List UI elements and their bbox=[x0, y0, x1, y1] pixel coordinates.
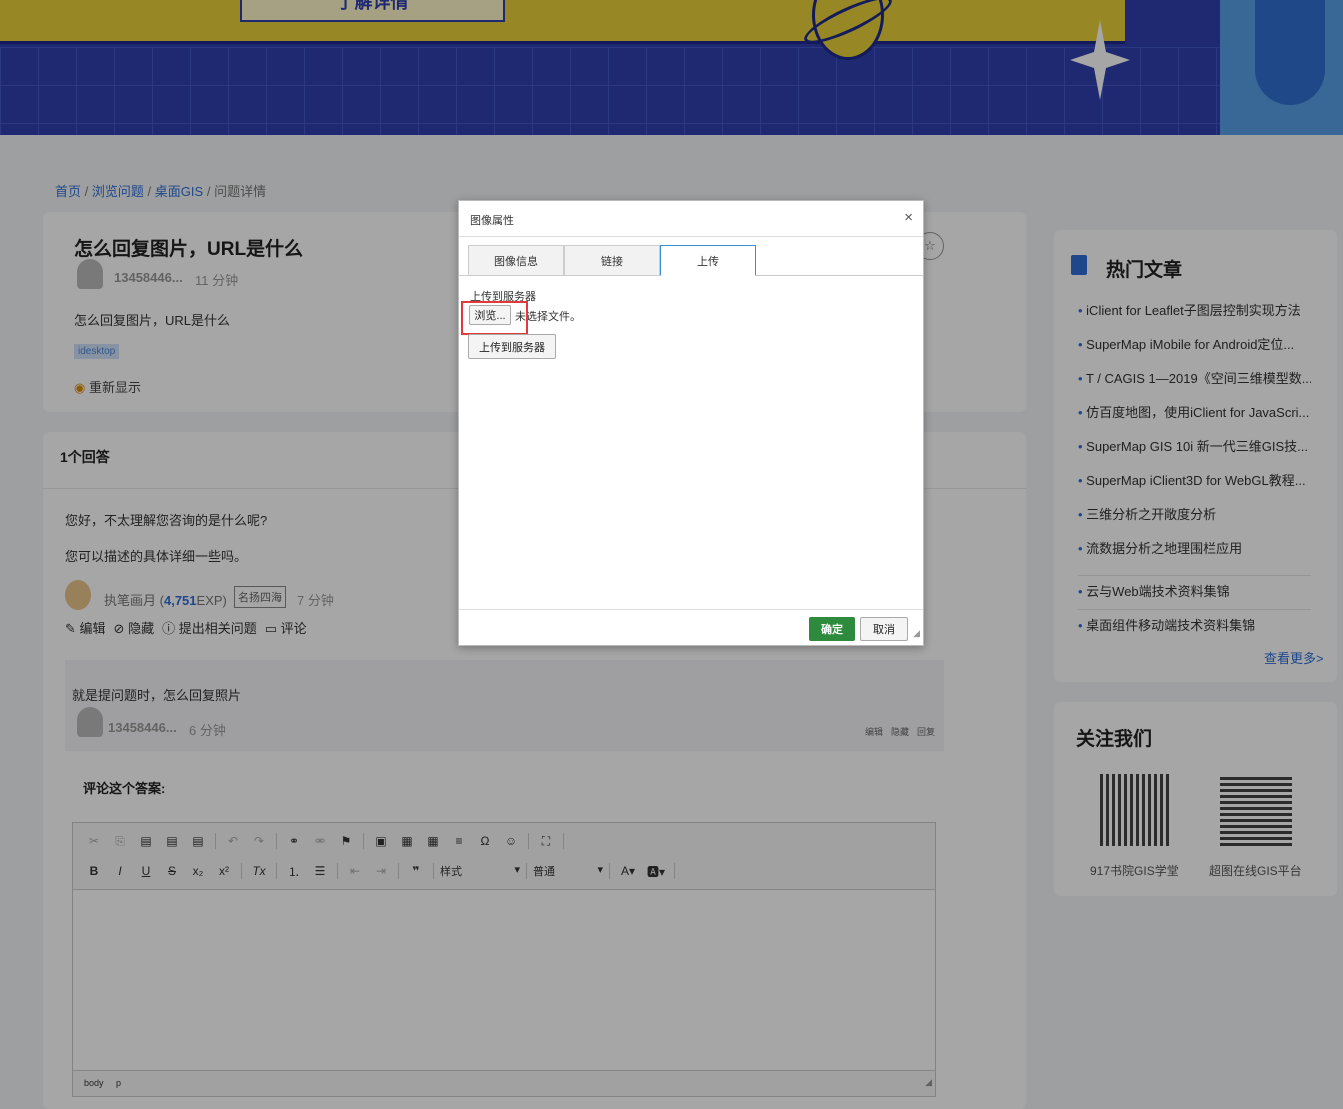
upload-to-server-button[interactable]: 上传到服务器 bbox=[468, 334, 556, 359]
dialog-footer: 确定 取消 ◢ bbox=[459, 609, 923, 645]
ok-button[interactable]: 确定 bbox=[809, 617, 855, 641]
tab-link[interactable]: 链接 bbox=[564, 245, 660, 276]
dialog-title: 图像属性 bbox=[470, 215, 514, 227]
resize-handle-icon[interactable]: ◢ bbox=[913, 628, 920, 639]
browse-highlight-box bbox=[461, 301, 528, 335]
tab-image-info[interactable]: 图像信息 bbox=[468, 245, 564, 276]
tab-upload[interactable]: 上传 bbox=[660, 245, 756, 276]
image-properties-dialog: 图像属性 × 图像信息 链接 上传 上传到服务器 浏览... 未选择文件。 上传… bbox=[458, 200, 924, 646]
dialog-header[interactable]: 图像属性 × bbox=[459, 201, 923, 237]
close-icon[interactable]: × bbox=[904, 209, 913, 226]
cancel-button[interactable]: 取消 bbox=[860, 617, 908, 641]
